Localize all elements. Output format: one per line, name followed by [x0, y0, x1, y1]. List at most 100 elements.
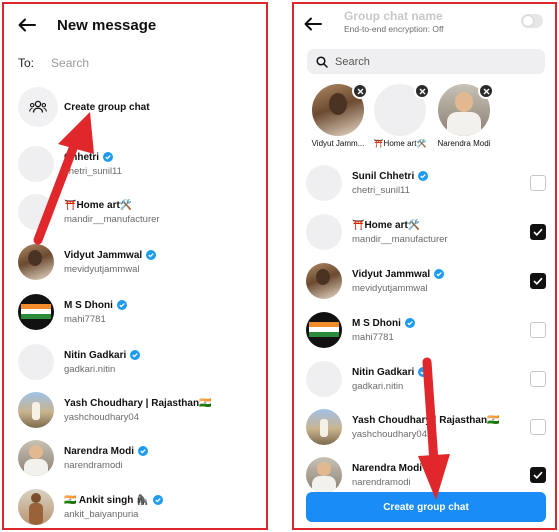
contact-handle: mandir__manufacturer — [352, 233, 448, 245]
avatar — [18, 440, 54, 476]
avatar — [306, 214, 342, 250]
select-checkbox[interactable] — [530, 371, 546, 387]
avatar — [18, 294, 54, 330]
contact-name: 🇮🇳 Ankit singh 🦍 — [64, 495, 163, 506]
contact-row[interactable]: Narendra Modi narendramodi — [18, 436, 258, 480]
contact-row[interactable]: Vidyut Jammwal mevidyutjammwal — [18, 240, 258, 284]
contact-name: Nitin Gadkari — [64, 349, 141, 361]
contact-handle: mevidyutjammwal — [64, 263, 140, 275]
contact-name-text: Vidyut Jammwal — [64, 249, 143, 261]
contact-name: Narendra Modi — [64, 446, 149, 457]
avatar — [18, 392, 54, 428]
verified-badge-icon — [152, 495, 163, 505]
contact-name-text: Narendra Modi — [352, 462, 423, 474]
contact-name: Chhetri — [64, 152, 122, 163]
selected-recipient-name: Narendra Modi — [437, 139, 491, 148]
select-checkbox[interactable] — [530, 175, 546, 191]
selected-recipient: Narendra Modi — [430, 83, 498, 152]
create-group-chat-button[interactable]: Create group chat — [306, 492, 546, 522]
select-checkbox[interactable] — [530, 322, 546, 338]
contact-name: Narendra Modi — [352, 462, 437, 474]
contact-row[interactable]: ⛩️Home art🛠️ mandir__manufacturer — [306, 211, 546, 253]
select-checkbox[interactable] — [530, 273, 546, 289]
remove-recipient-icon[interactable] — [478, 83, 494, 99]
contact-row[interactable]: Yash Choudhary | Rajasthan🇮🇳 yashchoudha… — [18, 388, 258, 432]
check-icon — [533, 471, 543, 479]
contact-row[interactable]: Vidyut Jammwal mevidyutjammwal — [306, 260, 546, 302]
encryption-toggle[interactable] — [521, 14, 543, 28]
recipient-search-input[interactable] — [51, 56, 232, 70]
contact-handle: gadkari.nitin — [64, 363, 116, 375]
avatar — [306, 263, 342, 299]
contact-info: M S Dhoni mahi7781 — [352, 318, 415, 343]
contact-info: Vidyut Jammwal mevidyutjammwal — [64, 249, 157, 275]
contact-handle: mahi7781 — [64, 313, 106, 325]
avatar — [312, 83, 368, 136]
avatar — [438, 83, 494, 136]
contact-name: Yash Choudhary | Rajasthan🇮🇳 — [352, 414, 500, 426]
contact-row[interactable]: M S Dhoni mahi7781 — [306, 309, 546, 351]
contact-row[interactable]: 🇮🇳 Ankit singh 🦍 ankit_baiyanpuria — [18, 485, 258, 528]
group-name-input[interactable]: Group chat name — [344, 9, 443, 23]
contact-name: M S Dhoni — [352, 318, 415, 329]
verified-badge-icon — [404, 318, 415, 328]
contact-row[interactable]: M S Dhoni mahi7781 — [18, 290, 258, 334]
verified-badge-icon — [418, 367, 429, 377]
contact-name-text: Nitin Gadkari — [64, 349, 127, 361]
contact-info: M S Dhoni mahi7781 — [64, 300, 127, 325]
group-chat-panel: Group chat name End-to-end encryption: O… — [292, 2, 557, 530]
contact-row[interactable]: Nitin Gadkari gadkari.nitin — [18, 340, 258, 384]
contact-handle: gadkari.nitin — [352, 380, 404, 392]
avatar — [306, 361, 342, 397]
contact-info: ⛩️Home art🛠️ mandir__manufacturer — [352, 220, 448, 245]
back-arrow-icon[interactable] — [302, 13, 324, 35]
contact-row[interactable]: Chhetri chetri_sunil11 — [18, 142, 258, 186]
group-icon — [18, 87, 58, 127]
contact-row[interactable]: Yash Choudhary | Rajasthan🇮🇳 yashchoudha… — [306, 406, 546, 448]
selected-recipient-name: ⛩️Home art🛠️ — [373, 139, 427, 148]
contact-row[interactable]: Narendra Modi narendramodi — [306, 454, 546, 496]
selected-recipient-name: Vidyut Jamm... — [311, 139, 365, 148]
contact-handle: narendramodi — [64, 459, 123, 471]
contact-name-text: 🇮🇳 Ankit singh 🦍 — [64, 494, 149, 506]
toggle-knob — [522, 15, 534, 27]
contact-info: Yash Choudhary | Rajasthan🇮🇳 yashchoudha… — [64, 398, 212, 423]
contact-info: Nitin Gadkari gadkari.nitin — [352, 367, 429, 392]
contact-info: Narendra Modi narendramodi — [64, 446, 149, 471]
search-input[interactable] — [335, 55, 525, 68]
contact-name: Vidyut Jammwal — [352, 268, 445, 280]
contact-name: Sunil Chhetri — [352, 171, 429, 182]
search-bar[interactable] — [307, 49, 545, 74]
header: Group chat name End-to-end encryption: O… — [294, 4, 555, 44]
verified-badge-icon — [130, 350, 141, 360]
contact-handle: ankit_baiyanpuria — [64, 508, 139, 520]
avatar — [306, 409, 342, 445]
contact-name: Yash Choudhary | Rajasthan🇮🇳 — [64, 397, 212, 409]
selected-recipient: ⛩️Home art🛠️ — [366, 83, 434, 152]
verified-badge-icon — [103, 152, 113, 162]
contact-info: Vidyut Jammwal mevidyutjammwal — [352, 268, 445, 294]
contact-row[interactable]: Nitin Gadkari gadkari.nitin — [306, 358, 546, 400]
contact-row[interactable]: ⛩️Home art🛠️ mandir__manufacturer — [18, 190, 258, 234]
create-group-chat-row[interactable]: Create group chat — [18, 86, 150, 128]
select-checkbox[interactable] — [530, 224, 546, 240]
contact-name-text: M S Dhoni — [352, 317, 401, 329]
verified-badge-icon — [116, 300, 127, 310]
contact-info: Narendra Modi narendramodi — [352, 462, 437, 488]
verified-badge-icon — [434, 269, 445, 279]
remove-recipient-icon[interactable] — [414, 83, 430, 99]
contact-name-text: Vidyut Jammwal — [352, 268, 431, 280]
contact-info: Nitin Gadkari gadkari.nitin — [64, 349, 141, 375]
back-arrow-icon[interactable] — [16, 14, 38, 36]
selected-recipient: Vidyut Jamm... — [304, 83, 372, 152]
verified-badge-icon — [146, 250, 157, 260]
encryption-status: End-to-end encryption: Off — [344, 24, 444, 34]
contact-name: M S Dhoni — [64, 300, 127, 311]
select-checkbox[interactable] — [530, 419, 546, 435]
select-checkbox[interactable] — [530, 467, 546, 483]
contact-row[interactable]: Sunil Chhetri chetri_sunil11 — [306, 162, 546, 204]
avatar — [18, 344, 54, 380]
contact-handle: mevidyutjammwal — [352, 282, 428, 294]
avatar — [18, 244, 54, 280]
verified-badge-icon — [426, 463, 437, 473]
